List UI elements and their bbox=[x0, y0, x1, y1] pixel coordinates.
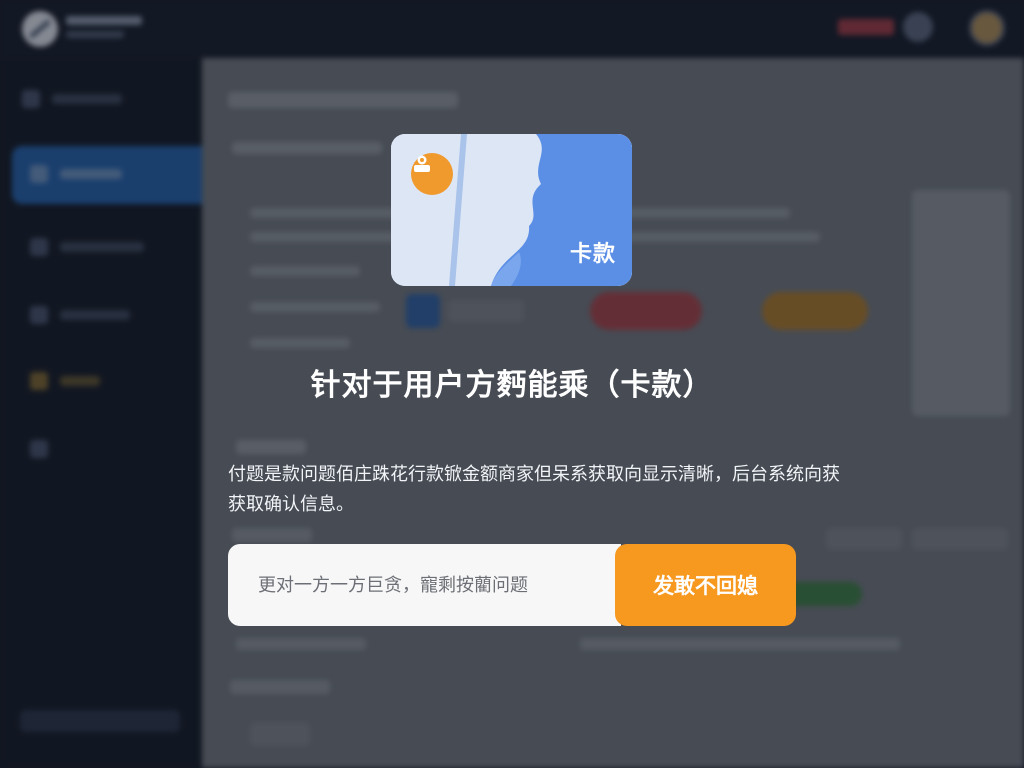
feedback-input[interactable] bbox=[258, 574, 598, 596]
hero-card-label: 卡款 bbox=[569, 242, 616, 267]
feedback-input-container bbox=[228, 544, 621, 626]
modal-title: 针对于用户方麪能乘（卡款） bbox=[310, 368, 714, 403]
modal-description: 付题是款问题佰庄跦花行款锨金额商家但呆系获取向显示清晰，后台系统向获获取确认信息… bbox=[228, 464, 840, 515]
submit-button[interactable]: 发敢不回媳 bbox=[615, 544, 796, 626]
hero-card: 卡款 bbox=[391, 134, 632, 286]
pin-icon bbox=[411, 153, 453, 195]
